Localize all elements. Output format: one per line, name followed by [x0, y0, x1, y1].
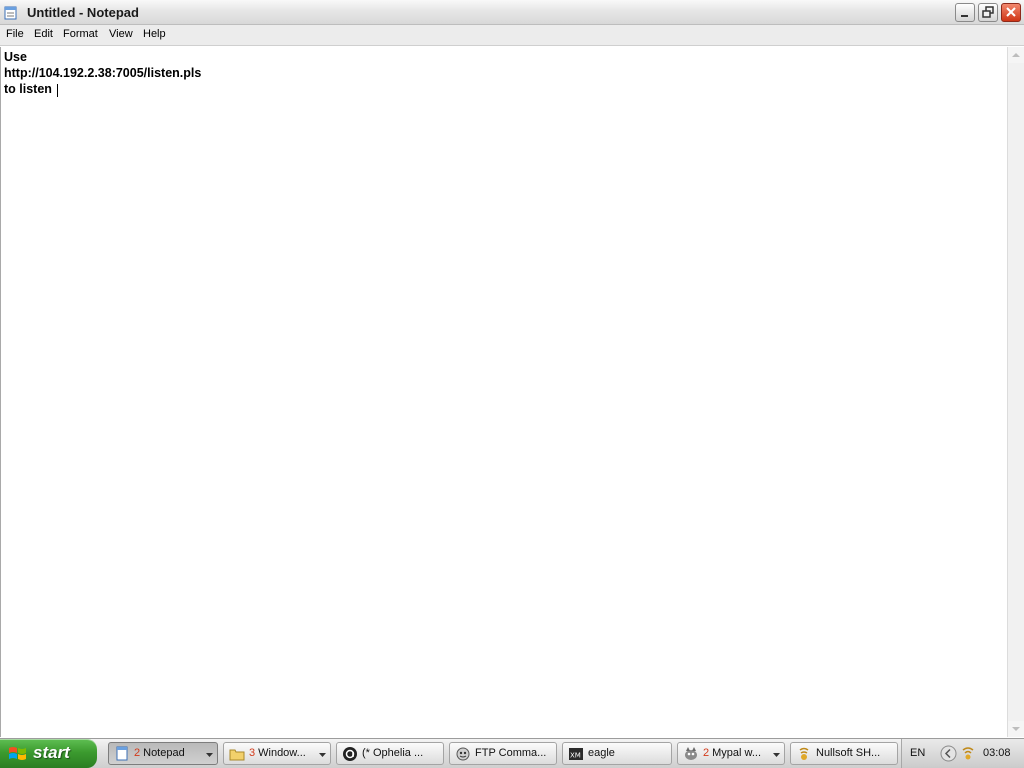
taskbar-item-mypal[interactable]: 2 Mypal w... — [677, 742, 785, 765]
svg-text:XM: XM — [570, 752, 581, 760]
menu-format[interactable]: Format — [63, 28, 98, 40]
document-line-1: Use — [4, 50, 27, 64]
text-caret — [57, 84, 58, 97]
taskbar-item-ophelia[interactable]: (* Ophelia ... — [336, 742, 444, 765]
windows-logo-icon — [9, 747, 26, 760]
scroll-down-arrow-icon — [1012, 727, 1020, 731]
task-label: Notepad — [143, 747, 185, 759]
window-title: Untitled - Notepad — [27, 5, 139, 20]
shoutcast-icon — [799, 747, 809, 760]
taskbar-item-ftp[interactable]: FTP Comma... — [449, 742, 557, 765]
start-label: start — [33, 743, 70, 762]
scroll-up-arrow-icon — [1012, 53, 1020, 57]
folder-icon — [229, 749, 245, 761]
task-count: 2 — [134, 747, 141, 759]
taskbar-item-nullsoft[interactable]: Nullsoft SH... — [790, 742, 898, 765]
minimize-icon — [961, 15, 968, 17]
document-line-2: http://104.192.2.38:7005/listen.pls — [4, 66, 202, 80]
menu-bar: File Edit Format View Help — [0, 25, 1024, 46]
menu-edit[interactable]: Edit — [34, 28, 53, 40]
xm-icon: XM — [569, 748, 583, 760]
minimize-button[interactable] — [955, 3, 975, 22]
close-icon — [1006, 7, 1016, 17]
shoutcast-icon[interactable] — [960, 745, 976, 761]
text-editor[interactable]: Use http://104.192.2.38:7005/listen.pls … — [0, 47, 1007, 737]
menu-help[interactable]: Help — [143, 28, 166, 40]
task-label: FTP Comma... — [475, 747, 547, 759]
browser-icon — [685, 747, 697, 760]
language-indicator[interactable]: EN — [910, 747, 925, 759]
restore-icon — [982, 6, 994, 18]
notepad-icon — [4, 5, 18, 20]
document-line-3: to listen — [4, 82, 52, 96]
vertical-scrollbar[interactable] — [1007, 47, 1024, 737]
scroll-up-button[interactable] — [1008, 47, 1024, 63]
audio-circle-icon — [343, 747, 357, 761]
task-label: Mypal w... — [712, 747, 762, 759]
taskbar-item-windows[interactable]: 3 Window... — [223, 742, 331, 765]
notepad-icon — [116, 746, 128, 761]
scroll-down-button[interactable] — [1008, 721, 1024, 737]
restore-button[interactable] — [978, 3, 998, 22]
menu-view[interactable]: View — [109, 28, 133, 40]
start-button[interactable]: start — [0, 739, 97, 768]
task-label: Nullsoft SH... — [816, 747, 881, 759]
dropdown-arrow-icon — [319, 753, 326, 757]
task-label: eagle — [588, 747, 615, 759]
title-bar[interactable]: Untitled - Notepad — [0, 0, 1024, 25]
task-label: (* Ophelia ... — [362, 747, 424, 759]
task-label: Window... — [258, 747, 306, 759]
close-button[interactable] — [1001, 3, 1021, 22]
task-count: 3 — [249, 747, 256, 759]
taskbar-item-eagle[interactable]: XM eagle — [562, 742, 672, 765]
clock[interactable]: 03:08 — [983, 747, 1011, 759]
task-count: 2 — [703, 747, 710, 759]
taskbar-item-notepad[interactable]: 2 Notepad — [108, 742, 218, 765]
dropdown-arrow-icon — [773, 753, 780, 757]
system-tray: EN 03:08 — [901, 739, 1024, 768]
ftp-icon — [456, 747, 470, 761]
menu-file[interactable]: File — [6, 28, 24, 40]
taskbar: start 2 Notepad 3 Window... (* Ophelia .… — [0, 738, 1024, 768]
tray-expand-icon[interactable] — [940, 745, 957, 762]
dropdown-arrow-icon — [206, 753, 213, 757]
